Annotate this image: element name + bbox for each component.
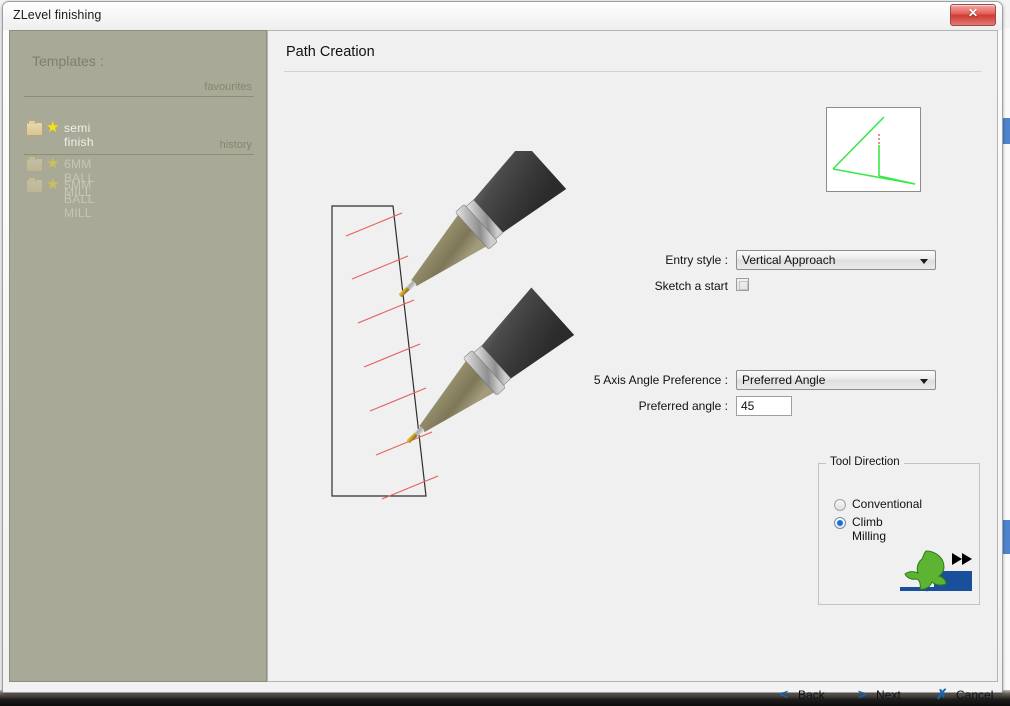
title-bar: ZLevel finishing ✕ [3,2,1002,30]
close-x-icon: ✗ [936,686,948,702]
folder-icon [26,177,43,193]
radio-conventional-label: Conventional [852,497,923,511]
radio-climb-milling-label: Climb Milling [852,515,887,543]
entry-style-value: Vertical Approach [742,253,836,267]
entry-style-select[interactable]: Vertical Approach [736,250,936,270]
sketch-start-label: Sketch a start [654,279,728,293]
dialog-window: ZLevel finishing ✕ Templates : favourite… [2,1,1003,702]
section-label-favourites: favourites [204,81,252,93]
radio-indicator [834,517,846,529]
background-accent-top [1003,118,1010,144]
folder-icon [26,120,43,136]
templates-sidebar: Templates : favourites ★ semi finish his… [9,30,267,682]
chevron-right-icon: > [858,686,867,702]
chevron-down-icon [920,259,928,264]
cancel-button[interactable]: ✗ Cancel [936,686,1008,706]
header-divider [284,71,981,72]
axis-angle-preference-select[interactable]: Preferred Angle [736,370,936,390]
path-creation-panel: Path Creation Entry style: Vertical App… [267,30,998,702]
star-icon: ★ [46,119,60,136]
page-title: Path Creation [286,44,375,60]
preferred-angle-input[interactable]: 45 [736,396,792,416]
cancel-label: Cancel [956,688,994,702]
preferred-angle-value: 45 [741,399,755,413]
folder-icon [26,156,43,172]
history-item-label: 5MM BALL MILL [64,178,95,220]
axis-angle-preference-value: Preferred Angle [742,373,826,387]
section-label-history: history [219,139,252,151]
divider-favourites [24,96,254,97]
next-label: Next [876,688,901,702]
close-icon: ✕ [967,6,979,20]
chevron-down-icon [920,379,928,384]
back-label: Back [798,688,825,702]
climb-milling-diagram [900,550,972,592]
tool-direction-caption: Tool Direction [826,456,904,468]
entry-style-label: Entry style : [665,253,728,267]
toolpath-preview [826,107,921,192]
star-icon: ★ [46,155,60,172]
next-button[interactable]: > Next [858,686,920,706]
chevron-left-icon: < [780,686,789,702]
radio-indicator [834,499,846,511]
close-button[interactable]: ✕ [950,4,996,26]
preferred-angle-label: Preferred angle : [638,399,728,413]
window-title: ZLevel finishing [13,8,102,22]
toolpath-illustration [331,151,575,500]
dialog-client-area: Templates : favourites ★ semi finish his… [9,30,998,702]
star-icon: ★ [46,176,60,193]
back-button[interactable]: < Back [780,686,842,706]
axis-angle-preference-label: 5 Axis Angle Preference : [593,373,728,387]
panel-header: Path Creation [268,31,997,71]
background-accent-bottom [1003,520,1010,554]
sketch-start-checkbox[interactable] [736,278,749,291]
template-item-label: semi finish [64,121,94,149]
templates-heading: Templates : [32,53,104,69]
